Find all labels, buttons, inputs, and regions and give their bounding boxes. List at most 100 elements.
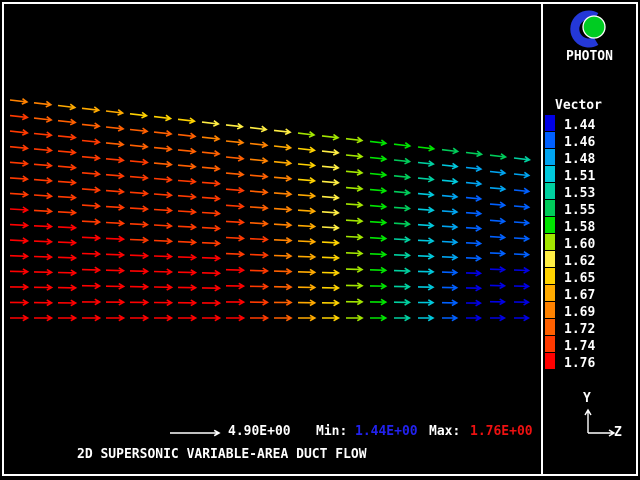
velocity-vector-arrow [10, 145, 27, 151]
legend-swatch [545, 183, 555, 199]
velocity-vector-arrow [82, 299, 100, 305]
velocity-vector-arrow [466, 270, 481, 276]
velocity-vector-arrow [298, 162, 315, 167]
velocity-vector-arrow [514, 236, 529, 242]
velocity-vector-arrow [202, 121, 218, 127]
velocity-vector-arrow [226, 251, 244, 256]
velocity-vector-arrow [130, 269, 148, 275]
legend-value: 1.44 [564, 118, 595, 133]
legend-title: Vector [555, 99, 602, 112]
velocity-vector-arrow [202, 196, 219, 202]
velocity-vector-arrow [442, 224, 457, 230]
velocity-vector-arrow [346, 251, 362, 257]
velocity-vector-arrow [394, 253, 409, 259]
velocity-vector-arrow [34, 224, 52, 230]
velocity-vector-arrow [394, 190, 410, 195]
velocity-vector-arrow [154, 269, 172, 275]
velocity-vector-arrow [298, 193, 315, 199]
velocity-vector-arrow [322, 135, 338, 140]
velocity-vector-arrow [322, 225, 338, 231]
velocity-vector-arrow [418, 192, 433, 198]
velocity-vector-arrow [154, 177, 171, 183]
velocity-vector-arrow [226, 140, 243, 146]
velocity-vector-arrow [442, 194, 457, 200]
velocity-vector-arrow [154, 285, 172, 291]
velocity-vector-arrow [418, 315, 433, 320]
velocity-vector-arrow [10, 269, 28, 274]
velocity-vector-arrow [130, 300, 148, 305]
velocity-vector-arrow [34, 132, 51, 138]
legend-value: 1.69 [564, 305, 595, 320]
velocity-vector-arrow [250, 221, 267, 227]
velocity-vector-arrow [274, 253, 291, 259]
velocity-vector-arrow [82, 123, 99, 129]
velocity-vector-arrow [226, 124, 242, 129]
velocity-vector-arrow [202, 255, 220, 261]
max-value: 1.76E+00 [470, 425, 533, 438]
velocity-vector-arrow [106, 268, 124, 274]
velocity-vector-arrow [442, 209, 457, 215]
velocity-vector-arrow [178, 239, 196, 245]
velocity-vector-arrow [34, 163, 51, 168]
velocity-vector-arrow [466, 300, 480, 306]
velocity-vector-arrow [34, 254, 52, 260]
velocity-vector-arrow [106, 126, 123, 131]
velocity-vector-arrow [202, 270, 220, 276]
velocity-vector-arrow [58, 255, 76, 261]
velocity-vector-arrow [466, 256, 481, 262]
legend-entry: 1.53 [545, 182, 595, 199]
velocity-vector-arrow [178, 285, 196, 291]
velocity-vector-arrow [58, 150, 75, 155]
legend-entry: 1.67 [545, 284, 595, 301]
velocity-vector-arrow [370, 267, 386, 273]
legend-entry: 1.76 [545, 352, 595, 369]
velocity-vector-arrow [370, 236, 386, 242]
velocity-vector-arrow [250, 142, 267, 148]
photon-app-screen: 4.90E+00 Min: 1.44E+00 Max: 1.76E+00 2D … [0, 0, 640, 480]
velocity-vector-arrow [58, 225, 76, 231]
velocity-vector-arrow [370, 188, 386, 193]
velocity-vector-arrow [298, 269, 315, 275]
velocity-vector-arrow [346, 186, 362, 191]
velocity-vector-arrow [514, 252, 529, 258]
velocity-vector-arrow [178, 300, 196, 306]
velocity-vector-arrow [466, 226, 481, 232]
velocity-vector-arrow [394, 300, 409, 306]
velocity-vector-arrow [226, 203, 243, 209]
velocity-vector-arrow [370, 220, 386, 226]
velocity-vector-arrow [178, 133, 195, 138]
legend-swatch [545, 285, 555, 301]
legend-entry: 1.48 [545, 148, 595, 165]
velocity-vector-arrow [130, 237, 148, 243]
legend-entry: 1.44 [545, 114, 595, 131]
scale-reference-arrow [170, 430, 219, 435]
legend-value: 1.76 [564, 356, 595, 371]
velocity-vector-arrow [466, 211, 481, 216]
max-label: Max: [429, 425, 460, 438]
velocity-vector-arrow [394, 268, 409, 274]
velocity-vector-arrow [274, 238, 291, 243]
velocity-vector-arrow [250, 268, 267, 274]
velocity-vector-arrow [346, 283, 362, 289]
velocity-vector-arrow [58, 210, 76, 215]
velocity-vector-arrow [514, 315, 528, 320]
panel-divider [541, 4, 543, 474]
velocity-vector-arrow [202, 315, 220, 320]
velocity-vector-arrow [226, 283, 244, 289]
velocity-vector-arrow [154, 146, 171, 152]
velocity-vector-arrow [106, 173, 123, 179]
axis-z-label: Z [614, 426, 622, 439]
velocity-vector-arrow [394, 205, 409, 211]
legend-entry: 1.55 [545, 199, 595, 216]
velocity-vector-arrow [82, 139, 99, 145]
velocity-vector-arrow [346, 170, 362, 176]
legend-value: 1.65 [564, 271, 595, 286]
velocity-vector-arrow [34, 178, 51, 184]
velocity-vector-arrow [202, 300, 220, 306]
velocity-vector-arrow [490, 170, 505, 176]
velocity-vector-arrow [58, 285, 76, 291]
photon-logo-icon [566, 8, 610, 50]
velocity-vector-arrow [82, 251, 100, 257]
velocity-vector-arrow [274, 284, 291, 290]
velocity-vector-arrow [10, 176, 27, 181]
